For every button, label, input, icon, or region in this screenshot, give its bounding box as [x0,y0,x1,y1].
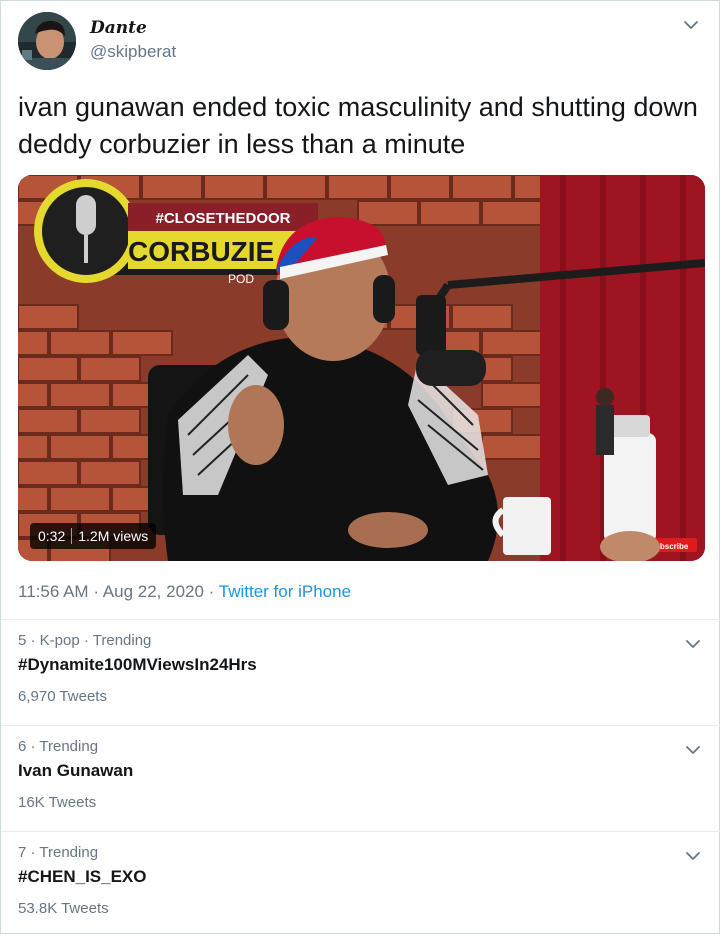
sign-hashtag: #CLOSETHEDOOR [155,210,290,227]
trend-context: 7 · Trending [18,844,99,861]
trend-context: 6 · Trending [18,738,99,755]
tweet-date[interactable]: Aug 22, 2020 [103,582,204,601]
tweet-text: ivan gunawan ended toxic masculinity and… [18,92,698,159]
display-name[interactable]: Dante [90,18,147,38]
trend-item[interactable]: 5 · K-pop · Trending #Dynamite100MViewsI… [1,619,720,725]
meta-separator: · [93,582,99,601]
trend-tweet-count: 53.8K Tweets [18,900,109,917]
trend-tweet-count: 16K Tweets [18,794,97,811]
badge-divider [71,528,73,544]
trend-name[interactable]: Ivan Gunawan [18,761,133,781]
avatar[interactable] [18,12,76,70]
tweet-meta: 11:56 AM · Aug 22, 2020 · Twitter for iP… [18,582,351,602]
chevron-down-icon[interactable] [683,740,703,760]
meta-separator: · [208,582,215,601]
tweet-card: Dante @skipberat ivan gunawan ended toxi… [0,0,720,934]
user-handle[interactable]: @skipberat [90,42,176,62]
trend-name[interactable]: #Dynamite100MViewsIn24Hrs [18,655,257,675]
trend-context: 5 · K-pop · Trending [18,632,152,649]
video-views: 1.2M views [78,528,149,544]
video-stats-badge: 0:32 1.2M views [30,523,157,549]
tweet-time[interactable]: 11:56 AM [18,582,89,601]
tweet-source-link[interactable]: Twitter for iPhone [219,582,351,601]
trend-tweet-count: 6,970 Tweets [18,688,107,705]
trend-item[interactable]: 7 · Trending #CHEN_IS_EXO 53.8K Tweets [1,831,720,934]
video-thumbnail: #CLOSETHEDOOR CORBUZIE POD Subscribe [18,175,705,561]
sign-sub: POD [228,272,254,286]
chevron-down-icon[interactable] [681,15,701,35]
chevron-down-icon[interactable] [683,846,703,866]
sign-name: CORBUZIE [128,236,274,267]
video-player[interactable]: #CLOSETHEDOOR CORBUZIE POD Subscribe 0:3… [18,175,705,561]
trend-name[interactable]: #CHEN_IS_EXO [18,867,147,887]
trend-item[interactable]: 6 · Trending Ivan Gunawan 16K Tweets [1,725,720,831]
video-duration: 0:32 [38,528,66,544]
chevron-down-icon[interactable] [683,634,703,654]
